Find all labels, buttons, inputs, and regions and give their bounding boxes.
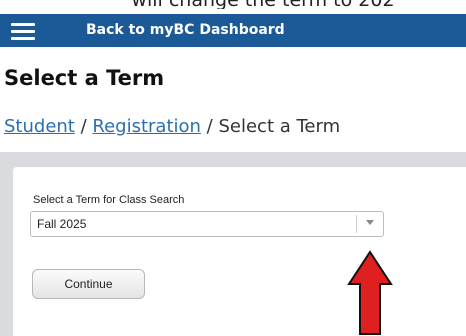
page-title: Select a Term (4, 66, 165, 90)
breadcrumb-current: Select a Term (218, 116, 341, 137)
breadcrumb-separator: / (206, 116, 219, 137)
breadcrumb-separator: / (80, 116, 93, 137)
chevron-down-icon[interactable] (366, 220, 374, 225)
instruction-caption: will change the term to 202 (0, 0, 466, 9)
breadcrumb-student-link[interactable]: Student (4, 116, 75, 137)
red-arrow-annotation-icon (347, 250, 393, 335)
breadcrumb-registration-link[interactable]: Registration (92, 116, 201, 137)
term-select-dropdown[interactable]: Fall 2025 (30, 211, 384, 237)
header-bar: Back to myBC Dashboard (0, 14, 466, 47)
hamburger-menu-icon[interactable] (11, 23, 35, 40)
continue-button[interactable]: Continue (32, 269, 145, 299)
term-selection-panel (13, 167, 466, 336)
term-select-label: Select a Term for Class Search (33, 194, 185, 206)
select-divider (356, 215, 357, 233)
term-select-value: Fall 2025 (37, 217, 87, 231)
back-to-dashboard-link[interactable]: Back to myBC Dashboard (86, 22, 285, 38)
breadcrumb: Student / Registration / Select a Term (4, 116, 340, 137)
